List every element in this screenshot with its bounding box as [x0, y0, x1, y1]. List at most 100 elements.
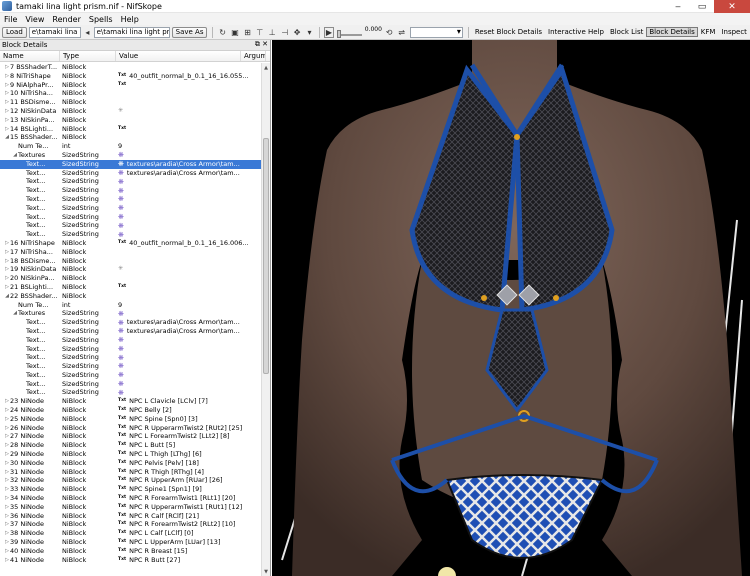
- tree-row[interactable]: ▷ 9 NiAlphaPr... NiBlock Txt: [0, 81, 262, 90]
- tree-row[interactable]: Text... SizedString ❋: [0, 204, 262, 213]
- tree-row[interactable]: Text... SizedString ❋: [0, 230, 262, 239]
- menu-spells[interactable]: Spells: [85, 15, 117, 24]
- tree-row[interactable]: ▷ 28 NiNode NiBlock Txt NPC L Butt [5]: [0, 441, 262, 450]
- tree-row[interactable]: Text... SizedString ❋: [0, 213, 262, 222]
- tree-row[interactable]: ▷ 40 NiNode NiBlock Txt NPC R Breast [15]: [0, 547, 262, 556]
- tree-row[interactable]: Text... SizedString ❋: [0, 221, 262, 230]
- tree-row[interactable]: ▷ 20 NiSkinPa... NiBlock: [0, 274, 262, 283]
- tree-row[interactable]: Text... SizedString ❋ textures\aradia\Cross…: [0, 327, 262, 336]
- walk-icon[interactable]: ✥: [292, 27, 302, 38]
- tree-row[interactable]: Text... SizedString ❋: [0, 345, 262, 354]
- tree-row[interactable]: ◢ Textures SizedString ❋: [0, 151, 262, 160]
- tree-row[interactable]: ▷ 7 BSShaderT... NiBlock: [0, 63, 262, 72]
- menu-file[interactable]: File: [0, 15, 21, 24]
- tree-row[interactable]: ▷ 21 BSLighti... NiBlock Txt: [0, 283, 262, 292]
- camera-icon[interactable]: ▣: [230, 27, 240, 38]
- tree-row[interactable]: Text... SizedString ❋: [0, 195, 262, 204]
- tree-row[interactable]: ▷ 31 NiNode NiBlock Txt NPC R Thigh [RThg] […: [0, 468, 262, 477]
- tree-row[interactable]: Text... SizedString ❋ textures\aradia\Cross…: [0, 159, 262, 169]
- slider-thumb[interactable]: [337, 29, 342, 38]
- tree-row[interactable]: ▷ 14 BSLighti... NiBlock Txt: [0, 125, 262, 134]
- inspect-link[interactable]: Inspect: [718, 28, 750, 36]
- minimize-button[interactable]: ‒: [666, 0, 690, 13]
- tree-row[interactable]: Text... SizedString ❋: [0, 353, 262, 362]
- scroll-down-icon[interactable]: ▼: [262, 567, 270, 576]
- tree-row[interactable]: Text... SizedString ❋: [0, 371, 262, 380]
- menu-view[interactable]: View: [21, 15, 48, 24]
- tree-row[interactable]: ▷ 17 NiTriSha... NiBlock: [0, 248, 262, 257]
- perspective-icon[interactable]: ⊞: [242, 27, 252, 38]
- column-argument[interactable]: Argume: [241, 51, 266, 61]
- tree-row[interactable]: ▷ 39 NiNode NiBlock Txt NPC L UpperArm [LUar…: [0, 538, 262, 547]
- tree-row[interactable]: ▷ 12 NiSkinData NiBlock ✳: [0, 107, 262, 116]
- interactive-help-link[interactable]: Interactive Help: [545, 28, 607, 36]
- tree-row[interactable]: ▷ 19 NiSkinData NiBlock ✳: [0, 265, 262, 274]
- render-viewport[interactable]: [272, 40, 750, 576]
- view-top-icon[interactable]: ⊤: [255, 27, 265, 38]
- tree-row[interactable]: ▷ 18 BSDisme... NiBlock: [0, 257, 262, 266]
- view-menu-icon[interactable]: ▾: [304, 27, 314, 38]
- tree-row[interactable]: ▷ 24 NiNode NiBlock Txt NPC Belly [2]: [0, 406, 262, 415]
- scroll-up-icon[interactable]: ▲: [262, 63, 270, 72]
- column-value[interactable]: Value: [116, 51, 241, 61]
- tree-row[interactable]: ◢ 22 BSShader... NiBlock: [0, 292, 262, 301]
- panel-window-buttons[interactable]: ⧉ ✕: [255, 40, 268, 49]
- tree-row[interactable]: ▷ 23 NiNode NiBlock Txt NPC L Clavicle [LClv…: [0, 397, 262, 406]
- tree-row[interactable]: ▷ 13 NiSkinPa... NiBlock: [0, 116, 262, 125]
- tree-row[interactable]: Num Te... int 9: [0, 142, 262, 151]
- tree-row[interactable]: Text... SizedString ❋: [0, 186, 262, 195]
- tree-row[interactable]: ▷ 11 BSDisme... NiBlock: [0, 98, 262, 107]
- tree-row[interactable]: Num Te... int 9: [0, 301, 262, 310]
- switch-icon[interactable]: ⇌: [396, 27, 406, 38]
- tree-row[interactable]: ▷ 35 NiNode NiBlock Txt NPC R UpperarmTwist1…: [0, 503, 262, 512]
- tree-scrollbar[interactable]: ▲ ▼: [261, 63, 270, 576]
- menu-help[interactable]: Help: [117, 15, 143, 24]
- tree-row[interactable]: Text... SizedString ❋: [0, 177, 262, 186]
- tree-row[interactable]: ▷ 16 NiTriShape NiBlock Txt 40_outfit_normal…: [0, 239, 262, 248]
- tree-row[interactable]: ▷ 25 NiNode NiBlock Txt NPC Spine [Spn0] [3]: [0, 415, 262, 424]
- kfm-link[interactable]: KFM: [698, 28, 719, 36]
- tree-row[interactable]: ▷ 34 NiNode NiBlock Txt NPC R ForearmTwist1 …: [0, 494, 262, 503]
- menu-render[interactable]: Render: [48, 15, 84, 24]
- maximize-button[interactable]: ▭: [690, 0, 714, 13]
- animation-dropdown[interactable]: [409, 26, 463, 38]
- tree-row[interactable]: ▷ 27 NiNode NiBlock Txt NPC L ForearmTwist2 …: [0, 432, 262, 441]
- tree-row[interactable]: Text... SizedString ❋: [0, 336, 262, 345]
- column-name[interactable]: Name: [0, 51, 60, 61]
- tree-row[interactable]: ▷ 26 NiNode NiBlock Txt NPC R UpperarmTwist2…: [0, 424, 262, 433]
- load-path-field[interactable]: e\tamaki lina light prism.nif: [28, 26, 82, 38]
- tree-row[interactable]: ▷ 30 NiNode NiBlock Txt NPC Pelvis [Pelv] [1…: [0, 459, 262, 468]
- tree-row[interactable]: Text... SizedString ❋: [0, 388, 262, 397]
- tree-row[interactable]: Text... SizedString ❋: [0, 380, 262, 389]
- scrollbar-thumb[interactable]: [263, 138, 269, 374]
- block-details-link[interactable]: Block Details: [646, 27, 698, 37]
- rotate-icon[interactable]: ↻: [217, 27, 227, 38]
- time-slider[interactable]: [337, 27, 362, 38]
- tree-row[interactable]: ▷ 8 NiTriShape NiBlock Txt 40_outfit_normal_…: [0, 72, 262, 81]
- play-icon[interactable]: ▶: [323, 26, 335, 38]
- tree-row[interactable]: ◢ 15 BSShader... NiBlock: [0, 133, 262, 142]
- tree-row[interactable]: ▷ 36 NiNode NiBlock Txt NPC R Calf [RClf] [2…: [0, 512, 262, 521]
- view-front-icon[interactable]: ⊥: [267, 27, 277, 38]
- tree-row[interactable]: ◢ Textures SizedString ❋: [0, 309, 262, 318]
- save-path-field[interactable]: e\tamaki lina light prism.nif: [93, 26, 170, 38]
- view-side-icon[interactable]: ⊣: [279, 27, 289, 38]
- save-as-button[interactable]: Save As: [171, 26, 208, 38]
- block-list-link[interactable]: Block List: [607, 28, 646, 36]
- tree-row[interactable]: ▷ 32 NiNode NiBlock Txt NPC R UpperArm [RUar…: [0, 476, 262, 485]
- tree-row[interactable]: ▷ 29 NiNode NiBlock Txt NPC L Thigh [LThg] […: [0, 450, 262, 459]
- tree-row[interactable]: ▷ 41 NiNode NiBlock Txt NPC R Butt [27]: [0, 556, 262, 565]
- tree-row[interactable]: ▷ 38 NiNode NiBlock Txt NPC L Calf [LClf] [0…: [0, 529, 262, 538]
- load-button[interactable]: Load: [2, 26, 27, 38]
- tree-row[interactable]: Text... SizedString ❋: [0, 362, 262, 371]
- tree-row[interactable]: ▷ 37 NiNode NiBlock Txt NPC R ForearmTwist2 …: [0, 520, 262, 529]
- column-type[interactable]: Type: [60, 51, 116, 61]
- tree-row[interactable]: ▷ 10 NiTriSha... NiBlock: [0, 89, 262, 98]
- close-button[interactable]: ✕: [714, 0, 750, 13]
- loop-icon[interactable]: ⟲: [384, 27, 394, 38]
- reset-block-details-link[interactable]: Reset Block Details: [472, 28, 545, 36]
- tree-row[interactable]: Text... SizedString ❋ textures\aradia\Cross…: [0, 318, 262, 327]
- tree-row[interactable]: Text... SizedString ❋ textures\aradia\Cross…: [0, 169, 262, 178]
- arrow-left-icon[interactable]: ◂: [82, 27, 92, 38]
- tree-row[interactable]: ▷ 33 NiNode NiBlock Txt NPC Spine1 [Spn1] [9…: [0, 485, 262, 494]
